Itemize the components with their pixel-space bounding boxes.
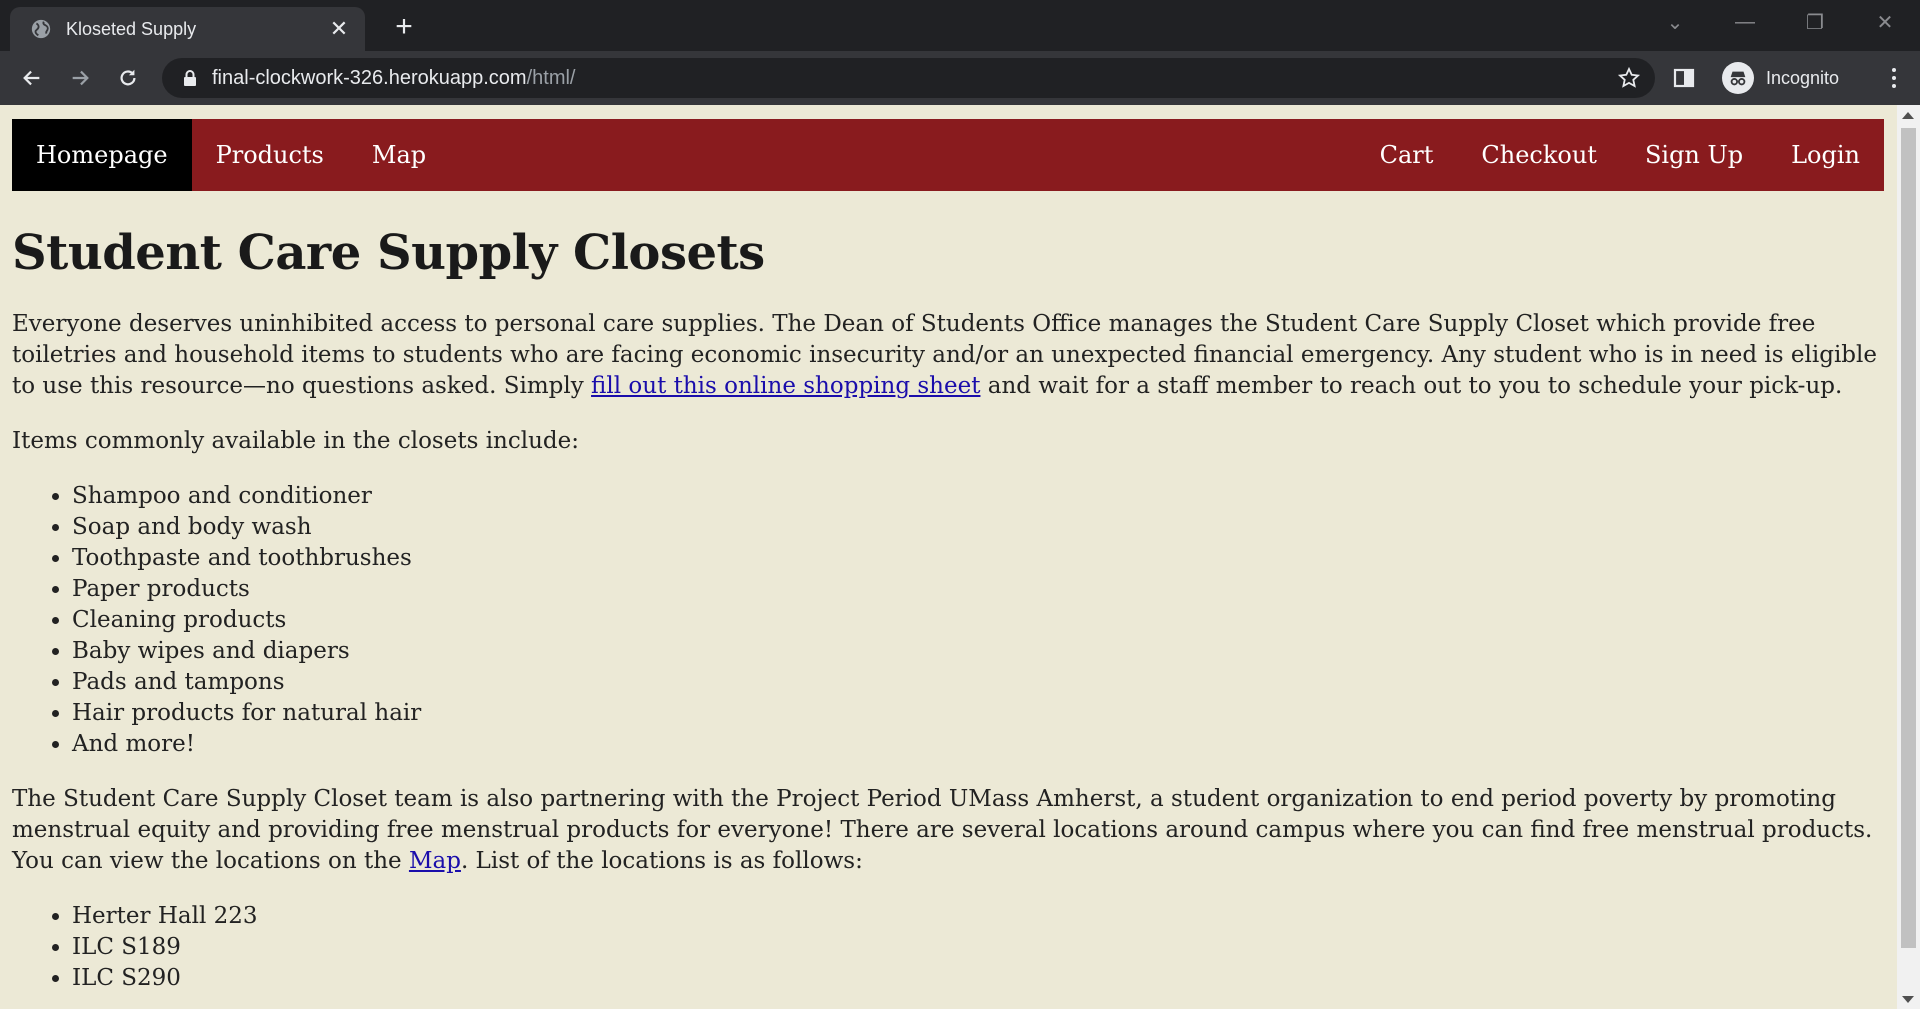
tab-title: Kloseted Supply [66, 18, 197, 39]
page-container: Homepage Products Map Cart Checkout Sign… [12, 119, 1884, 1009]
reload-button[interactable] [104, 54, 152, 102]
new-tab-icon[interactable]: + [387, 10, 421, 44]
list-item: Cleaning products [72, 605, 1884, 636]
list-item: Hair products for natural hair [72, 698, 1884, 729]
nav-spacer [450, 119, 1355, 191]
incognito-icon [1722, 62, 1754, 94]
scroll-up-icon[interactable] [1902, 112, 1914, 119]
list-item: Toothpaste and toothbrushes [72, 543, 1884, 574]
list-item: ILC S189 [72, 932, 1884, 963]
reload-icon [120, 69, 136, 86]
tab-search-icon[interactable]: ⌄ [1640, 0, 1710, 44]
partner-text-before: The Student Care Supply Closet team is a… [12, 786, 1873, 874]
nav-login[interactable]: Login [1767, 119, 1884, 191]
locations-list: Herter Hall 223 ILC S189 ILC S290 [72, 901, 1884, 994]
close-tab-icon[interactable]: ✕ [327, 16, 351, 41]
list-item: Herter Hall 223 [72, 901, 1884, 932]
nav-sign-up[interactable]: Sign Up [1621, 119, 1767, 191]
nav-map[interactable]: Map [348, 119, 450, 191]
address-bar[interactable]: final-clockwork-326.herokuapp.com/html/ [162, 58, 1655, 98]
browser-toolbar: final-clockwork-326.herokuapp.com/html/ … [0, 51, 1920, 105]
bookmark-star-icon[interactable] [1617, 66, 1641, 90]
window-controls: ⌄ — ❐ ✕ [1640, 0, 1920, 44]
url-host: final-clockwork-326.herokuapp.com [212, 66, 527, 89]
page-title: Student Care Supply Closets [12, 225, 765, 281]
restore-icon[interactable]: ❐ [1780, 0, 1850, 44]
nav-products[interactable]: Products [192, 119, 348, 191]
intro-text-after: and wait for a staff member to reach out… [980, 373, 1843, 399]
nav-cart[interactable]: Cart [1356, 119, 1458, 191]
partner-text-after: . List of the locations is as follows: [460, 848, 863, 874]
shopping-sheet-link[interactable]: fill out this online shopping sheet [591, 373, 980, 399]
map-link[interactable]: Map [409, 848, 461, 874]
site-nav: Homepage Products Map Cart Checkout Sign… [12, 119, 1884, 191]
list-item: ILC S290 [72, 963, 1884, 994]
lock-icon [184, 70, 196, 86]
scroll-down-icon[interactable] [1902, 996, 1914, 1003]
forward-arrow-icon [72, 70, 89, 86]
incognito-profile-button[interactable]: Incognito [1722, 58, 1849, 98]
browser-tab[interactable]: Kloseted Supply ✕ [10, 7, 365, 51]
partner-paragraph: The Student Care Supply Closet team is a… [12, 784, 1882, 877]
items-list: Shampoo and conditioner Soap and body wa… [72, 481, 1884, 760]
close-window-icon[interactable]: ✕ [1850, 0, 1920, 44]
list-item: Shampoo and conditioner [72, 481, 1884, 512]
items-heading: Items commonly available in the closets … [12, 428, 579, 454]
minimize-icon[interactable]: — [1710, 0, 1780, 44]
page-viewport: Homepage Products Map Cart Checkout Sign… [0, 105, 1920, 1009]
list-item: Baby wipes and diapers [72, 636, 1884, 667]
vertical-scrollbar[interactable] [1897, 105, 1920, 1009]
back-arrow-icon [23, 70, 40, 86]
intro-paragraph: Everyone deserves uninhibited access to … [12, 309, 1882, 402]
globe-icon [31, 19, 51, 39]
list-item: Paper products [72, 574, 1884, 605]
main-content: Student Care Supply Closets Everyone des… [12, 225, 1884, 994]
url-path: /html/ [526, 66, 576, 89]
side-panel-icon[interactable] [1672, 66, 1696, 90]
nav-checkout[interactable]: Checkout [1457, 119, 1621, 191]
scrollbar-thumb[interactable] [1901, 128, 1916, 948]
list-item: Soap and body wash [72, 512, 1884, 543]
nav-homepage[interactable]: Homepage [12, 119, 192, 191]
forward-button[interactable] [56, 54, 104, 102]
list-item: And more! [72, 729, 1884, 760]
list-item: Pads and tampons [72, 667, 1884, 698]
browser-menu-icon[interactable] [1882, 66, 1906, 90]
incognito-label: Incognito [1766, 67, 1840, 88]
tab-strip: Kloseted Supply ✕ + ⌄ — ❐ ✕ [0, 0, 1920, 51]
back-button[interactable] [8, 54, 56, 102]
